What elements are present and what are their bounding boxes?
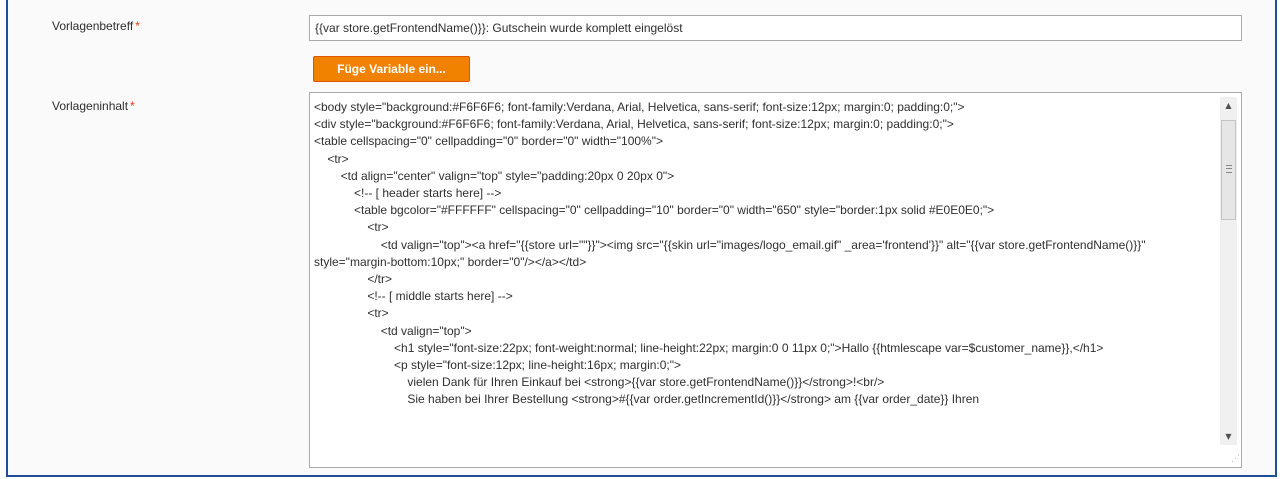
required-marker: * [135,19,140,33]
insert-variable-button[interactable]: Füge Variable ein... [313,56,470,82]
scroll-up-icon[interactable]: ▲ [1220,97,1237,114]
content-textarea[interactable]: <body style="background:#F6F6F6; font-fa… [309,92,1242,468]
subject-label-row: Vorlagenbetreff * [52,19,140,33]
subject-label: Vorlagenbetreff [52,19,134,33]
content-label: Vorlageninhalt [52,99,129,113]
vertical-scrollbar[interactable]: ▲ ▼ [1220,97,1237,445]
content-label-row: Vorlageninhalt * [52,99,135,113]
scrollbar-thumb[interactable] [1221,120,1236,220]
required-marker: * [130,99,135,113]
content-text[interactable]: <body style="background:#F6F6F6; font-fa… [314,99,1204,409]
subject-input[interactable]: {{var store.getFrontendName()}}: Gutsche… [309,15,1242,41]
grip-icon [1226,165,1232,173]
scroll-down-icon[interactable]: ▼ [1220,428,1237,445]
resize-handle-icon[interactable]: ⋰ [1227,453,1240,465]
